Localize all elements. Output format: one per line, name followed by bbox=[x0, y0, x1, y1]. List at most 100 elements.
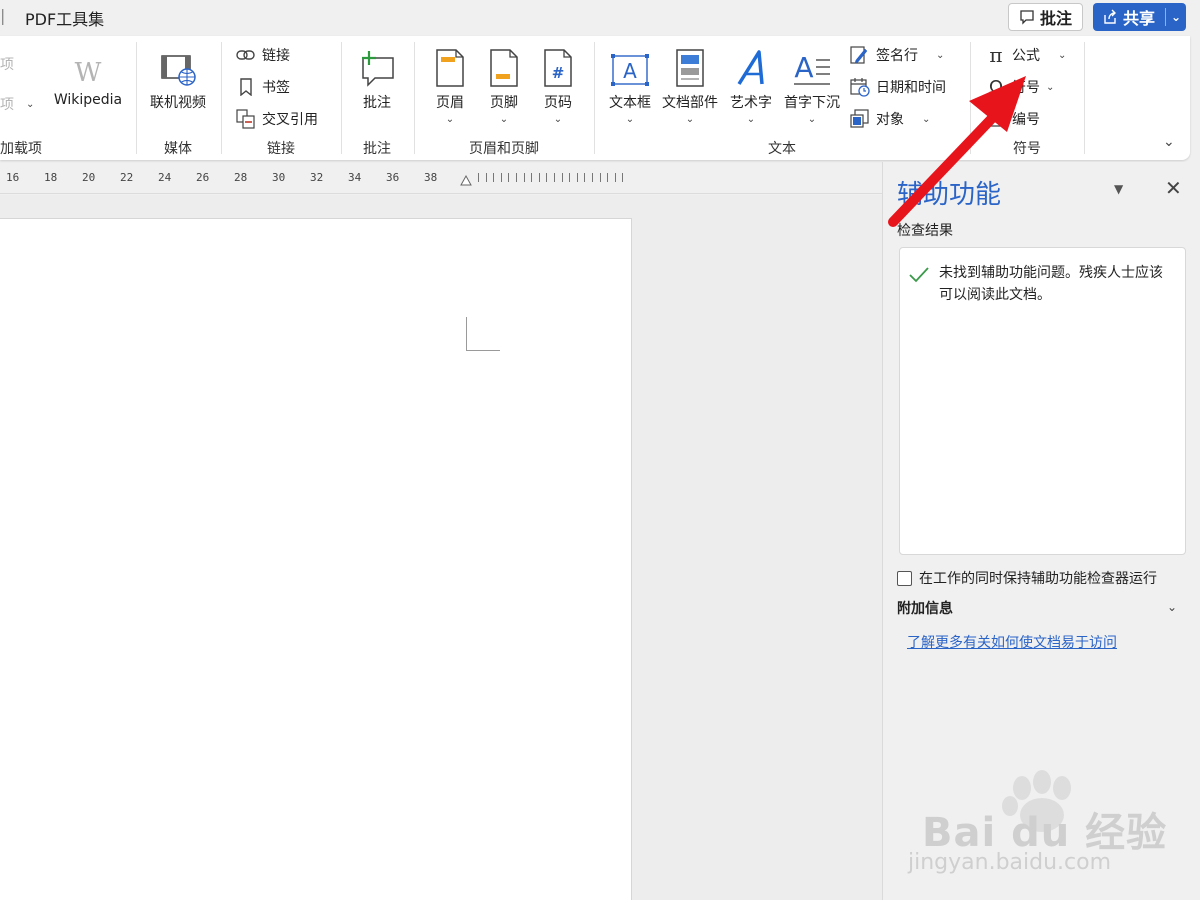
new-comment-icon bbox=[357, 42, 397, 88]
ribbon-collapse-chevron-icon[interactable]: ⌄ bbox=[1163, 134, 1175, 150]
addin-item-1[interactable]: 项 bbox=[0, 54, 14, 74]
drop-cap-button[interactable]: A 首字下沉 ⌄ bbox=[780, 42, 844, 125]
close-icon[interactable]: ✕ bbox=[1165, 176, 1182, 200]
ruler-tick bbox=[584, 173, 585, 182]
link-button[interactable]: 链接 bbox=[236, 45, 290, 65]
share-icon bbox=[1104, 9, 1116, 24]
footer-label: 页脚 bbox=[490, 95, 518, 111]
header-chevron-icon: ⌄ bbox=[445, 114, 455, 125]
signature-line-icon bbox=[850, 45, 870, 65]
comment-icon bbox=[1020, 10, 1034, 25]
group-divider bbox=[1084, 42, 1085, 154]
cross-reference-label: 交叉引用 bbox=[262, 112, 318, 128]
group-label-links: 链接 bbox=[267, 141, 295, 157]
horizontal-ruler[interactable]: 16 18 20 22 24 26 28 30 32 34 36 38 bbox=[0, 166, 882, 194]
link-icon bbox=[236, 45, 256, 65]
group-label-comments: 批注 bbox=[363, 141, 391, 157]
checkmark-icon bbox=[909, 267, 929, 283]
ruler-tick bbox=[592, 173, 593, 182]
svg-text:#: # bbox=[552, 64, 565, 82]
keep-checker-running-checkbox[interactable] bbox=[897, 570, 912, 586]
group-divider bbox=[414, 42, 415, 154]
document-page[interactable] bbox=[0, 218, 632, 900]
word-art-button[interactable]: 艺术字 ⌄ bbox=[726, 42, 776, 125]
ruler-indent-marker-icon[interactable] bbox=[460, 174, 472, 186]
group-label-text: 文本 bbox=[768, 141, 796, 157]
header-button[interactable]: 页眉 ⌄ bbox=[428, 42, 472, 125]
link-label: 链接 bbox=[262, 48, 290, 64]
share-main[interactable]: 共享 bbox=[1093, 3, 1165, 31]
drop-cap-icon: A bbox=[792, 42, 832, 88]
keep-checker-running-option[interactable]: 在工作的同时保持辅助功能检查器运行 bbox=[897, 568, 1157, 588]
new-comment-button[interactable]: 批注 bbox=[352, 42, 402, 112]
ruler-label: 18 bbox=[44, 171, 58, 184]
additional-info-chevron-icon[interactable]: ⌄ bbox=[1167, 600, 1177, 614]
addin-item-2[interactable]: 项 ⌄ bbox=[0, 94, 34, 114]
ruler-tick bbox=[539, 173, 540, 182]
ruler-tick bbox=[531, 173, 532, 182]
signature-line-label: 签名行 bbox=[876, 48, 918, 64]
online-video-button[interactable]: 联机视频 bbox=[144, 42, 212, 112]
signature-line-button[interactable]: 签名行 ⌄ bbox=[850, 45, 944, 65]
date-time-label: 日期和时间 bbox=[876, 80, 946, 96]
keep-checker-running-label: 在工作的同时保持辅助功能检查器运行 bbox=[919, 571, 1157, 587]
title-tab-bar: | PDF工具集 批注 共享 ⌄ bbox=[0, 0, 1200, 36]
ruler-tick bbox=[501, 173, 502, 182]
tab-partial[interactable]: | bbox=[0, 6, 5, 25]
footer-button[interactable]: 页脚 ⌄ bbox=[482, 42, 526, 125]
svg-text:#: # bbox=[992, 115, 1000, 126]
group-divider bbox=[341, 42, 342, 154]
tab-pdf-tools[interactable]: PDF工具集 bbox=[25, 6, 104, 30]
drop-cap-chevron-icon: ⌄ bbox=[807, 114, 817, 125]
ruler-label: 32 bbox=[310, 171, 324, 184]
object-button[interactable]: 对象 ⌄ bbox=[850, 109, 930, 129]
ruler-tick bbox=[554, 173, 555, 182]
group-divider bbox=[970, 42, 971, 154]
share-button[interactable]: 共享 ⌄ bbox=[1093, 3, 1186, 31]
online-video-icon bbox=[158, 42, 198, 88]
page-number-button[interactable]: # 页码 ⌄ bbox=[536, 42, 580, 125]
document-canvas[interactable] bbox=[0, 195, 882, 900]
quick-parts-icon bbox=[675, 42, 705, 88]
ruler-tick bbox=[524, 173, 525, 182]
equation-chevron-icon: ⌄ bbox=[1058, 49, 1067, 61]
word-art-label: 艺术字 bbox=[730, 95, 772, 111]
wikipedia-icon: W bbox=[74, 58, 102, 88]
comments-button-label: 批注 bbox=[1039, 9, 1072, 28]
pi-icon: π bbox=[989, 43, 1003, 67]
ruler-label: 16 bbox=[6, 171, 20, 184]
bookmark-button[interactable]: 书签 bbox=[236, 77, 290, 97]
ruler-label: 24 bbox=[158, 171, 172, 184]
quick-parts-button[interactable]: 文档部件 ⌄ bbox=[658, 42, 722, 125]
ruler-tick bbox=[516, 173, 517, 182]
comments-button[interactable]: 批注 bbox=[1008, 3, 1083, 31]
date-time-button[interactable]: 日期和时间 bbox=[850, 77, 946, 97]
watermark-url: jingyan.baidu.com bbox=[908, 850, 1112, 875]
cross-reference-button[interactable]: 交叉引用 bbox=[236, 109, 318, 129]
ruler-label: 22 bbox=[120, 171, 134, 184]
equation-button[interactable]: π 公式 ⌄ bbox=[986, 43, 1067, 67]
group-label-addins: 加载项 bbox=[0, 141, 42, 157]
object-icon bbox=[850, 109, 870, 129]
learn-more-link[interactable]: 了解更多有关如何使文档易于访问 bbox=[907, 632, 1117, 652]
header-label: 页眉 bbox=[436, 95, 464, 111]
ruler-tick bbox=[493, 173, 494, 182]
pane-title: 辅助功能 bbox=[897, 180, 1002, 210]
page-number-icon: # bbox=[543, 42, 573, 88]
ruler-label: 20 bbox=[82, 171, 96, 184]
inspection-results-heading: 检查结果 bbox=[897, 223, 953, 239]
text-box-label: 文本框 bbox=[609, 95, 651, 111]
wikipedia-button[interactable]: W Wikipedia bbox=[50, 42, 126, 108]
ruler-label: 28 bbox=[234, 171, 248, 184]
number-button[interactable]: # 编号 bbox=[986, 109, 1040, 129]
text-box-button[interactable]: A 文本框 ⌄ bbox=[604, 42, 656, 125]
object-chevron-icon: ⌄ bbox=[922, 113, 931, 125]
number-icon: # bbox=[986, 109, 1006, 129]
symbol-button[interactable]: Ω 符号 ⌄ bbox=[986, 77, 1054, 98]
share-dropdown-icon[interactable]: ⌄ bbox=[1166, 10, 1186, 24]
online-video-label: 联机视频 bbox=[150, 95, 206, 111]
equation-label: 公式 bbox=[1012, 48, 1040, 64]
object-label: 对象 bbox=[876, 112, 904, 128]
text-box-chevron-icon: ⌄ bbox=[625, 114, 635, 125]
pane-options-dropdown-icon[interactable]: ▼ bbox=[1114, 182, 1123, 196]
